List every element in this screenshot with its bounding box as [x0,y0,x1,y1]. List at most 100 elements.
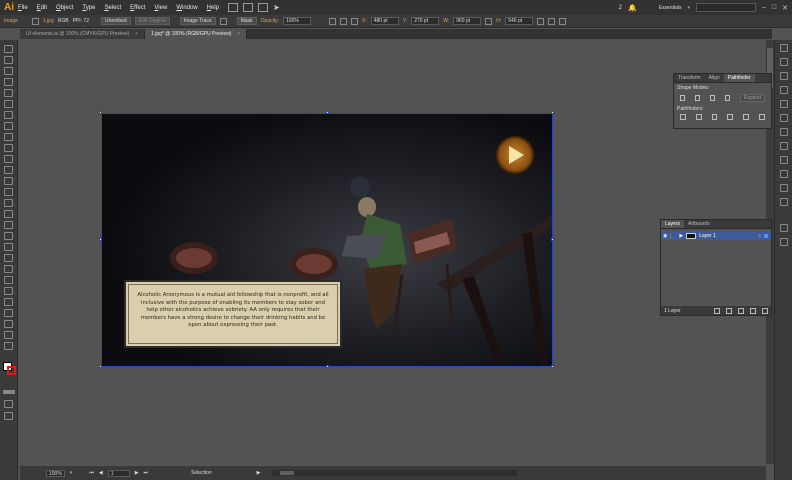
artboard-number-field[interactable]: 1 [107,469,130,477]
trim-icon[interactable] [695,114,702,120]
crop-icon[interactable] [727,114,734,120]
bridge-icon[interactable] [243,3,254,12]
gradient-tool-icon[interactable] [4,254,13,262]
layer-name[interactable]: Layer 1 [699,233,716,239]
hand-tool-icon[interactable] [4,331,13,339]
menu-window[interactable]: Window [176,5,197,11]
layers-icon[interactable] [780,224,788,232]
prev-artboard-icon[interactable]: ◀ [99,470,103,476]
curvature-tool-icon[interactable] [4,100,13,108]
pencil-tool-icon[interactable] [4,155,13,163]
visibility-eye-icon[interactable]: ◉ [663,233,667,239]
h-field[interactable]: 540 pt [505,17,534,25]
tab-layers[interactable]: Layers [661,220,685,228]
swatches-icon[interactable] [780,72,788,80]
new-layer-icon[interactable] [750,307,756,314]
direct-selection-tool-icon[interactable] [4,56,13,64]
reference-point-icon[interactable] [351,17,359,25]
unite-icon[interactable] [680,95,685,101]
eraser-tool-icon[interactable] [4,166,13,174]
flip-icon[interactable] [548,17,556,25]
lock-toggle[interactable] [670,232,676,239]
close-icon[interactable]: × [135,31,138,37]
close-icon[interactable]: ✕ [782,4,788,12]
stroke-panel-icon[interactable] [780,114,788,122]
eyedropper-tool-icon[interactable] [4,265,13,273]
lasso-tool-icon[interactable] [4,78,13,86]
horizontal-scrollbar[interactable] [271,470,517,476]
resize-handle[interactable] [99,111,102,114]
status-menu-icon[interactable]: ▶ [257,470,261,476]
pen-tool-icon[interactable] [4,89,13,97]
outline-icon[interactable] [743,114,750,120]
brushes-icon[interactable] [780,86,788,94]
recolor-icon[interactable] [340,17,348,25]
expand-triangle-icon[interactable]: ▶ [679,233,683,239]
menu-select[interactable]: Select [104,5,121,11]
y-field[interactable]: 270 pt [411,17,440,25]
current-tool-status[interactable]: Selection [191,470,212,476]
w-field[interactable]: 960 pt [453,17,482,25]
target-icon[interactable]: ○ [758,233,761,239]
artboards-icon[interactable] [780,238,788,246]
unembed-button[interactable]: Unembed [101,17,131,25]
graphic-styles-icon[interactable] [780,170,788,178]
color-mode-buttons[interactable] [3,390,15,394]
layer-row[interactable]: ◉ ▶ Layer 1 ○ [661,231,771,240]
free-transform-tool-icon[interactable] [4,210,13,218]
resize-handle[interactable] [99,365,102,368]
trash-icon[interactable] [762,307,768,314]
clipping-mask-icon[interactable] [726,307,732,314]
merge-icon[interactable] [711,114,718,120]
transform-options-icon[interactable] [537,17,545,25]
resize-handle[interactable] [326,365,329,368]
maximize-icon[interactable]: □ [772,4,776,11]
linked-filename[interactable]: 1.jpg [43,18,54,24]
menu-type[interactable]: Type [82,5,95,11]
divide-icon[interactable] [680,114,686,120]
send-icon[interactable]: ➤ [273,3,280,12]
paintbrush-tool-icon[interactable] [4,144,13,152]
menu-file[interactable]: File [18,5,28,11]
menu-help[interactable]: Help [207,5,219,11]
resize-handle[interactable] [551,238,554,241]
rotate-tool-icon[interactable] [4,177,13,185]
minus-back-icon[interactable] [759,114,765,120]
new-sublayer-icon[interactable] [738,307,744,314]
color-guide-icon[interactable] [780,58,788,66]
exclude-icon[interactable] [725,95,730,101]
transparency-icon[interactable] [780,142,788,150]
zoom-tool-icon[interactable] [4,342,13,350]
mesh-tool-icon[interactable] [4,243,13,251]
menu-edit[interactable]: Edit [37,5,47,11]
resize-handle[interactable] [99,238,102,241]
chevron-down-icon[interactable]: ▾ [70,470,73,476]
tab-align[interactable]: Align [705,74,724,82]
workspace-switcher[interactable]: Essentials [659,5,682,11]
edit-original-button[interactable]: Edit Original [134,17,170,25]
appearance-icon[interactable] [780,156,788,164]
mask-button[interactable]: Mask [236,17,257,25]
search-input[interactable] [695,3,756,12]
tab-transform[interactable]: Transform [674,74,705,82]
shape-builder-tool-icon[interactable] [4,221,13,229]
tab-artboards[interactable]: Artboards [684,220,714,228]
resize-handle[interactable] [551,111,554,114]
magic-wand-tool-icon[interactable] [4,67,13,75]
menu-object[interactable]: Object [56,5,73,11]
locate-object-icon[interactable] [714,307,720,314]
width-tool-icon[interactable] [4,199,13,207]
symbol-sprayer-tool-icon[interactable] [4,287,13,295]
tab-pathfinder[interactable]: Pathfinder [723,74,755,82]
selection-indicator[interactable] [764,233,768,238]
libraries-icon[interactable] [780,198,788,206]
placed-image[interactable]: Alcoholic Anonymous is a mutual aid fell… [101,113,553,367]
link-proportions-icon[interactable] [485,17,493,25]
intersect-icon[interactable] [710,95,715,101]
menu-view[interactable]: View [154,5,167,11]
close-icon[interactable]: × [237,31,240,37]
tab-1-jpg[interactable]: 1.jpg* @ 100% (RGB/GPU Preview) × [145,29,248,39]
asset-export-icon[interactable] [780,184,788,192]
scale-tool-icon[interactable] [4,188,13,196]
type-tool-icon[interactable] [4,111,13,119]
